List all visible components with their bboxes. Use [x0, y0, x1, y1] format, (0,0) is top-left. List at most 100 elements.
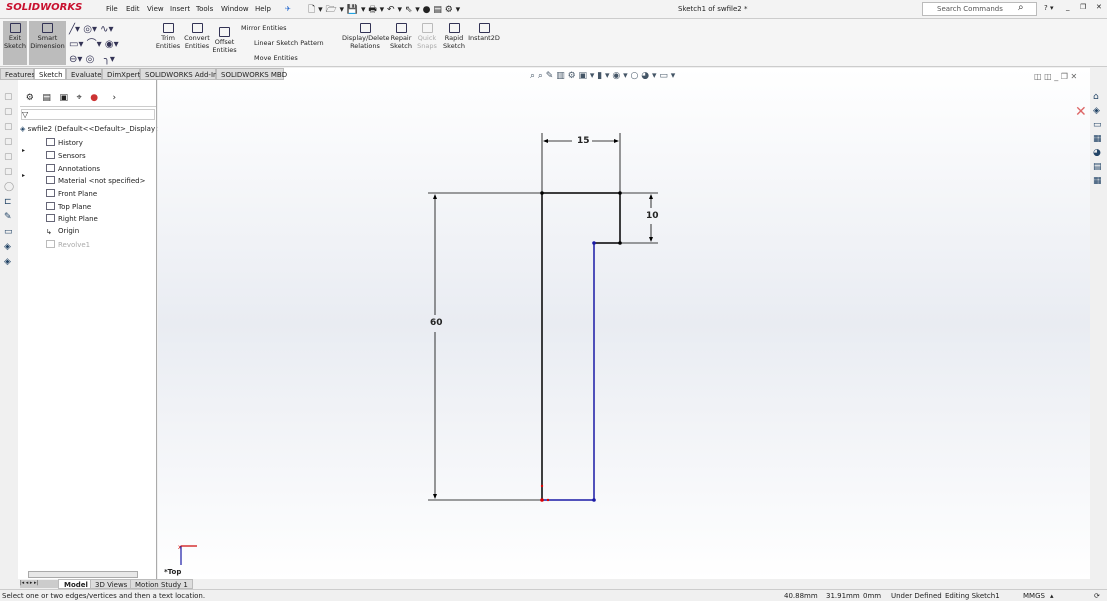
display-manager-tab-icon[interactable]: ●: [90, 93, 98, 103]
smart-dimension-button[interactable]: Smart Dimension: [29, 21, 66, 65]
tree-item-sensors[interactable]: Sensors: [46, 151, 86, 160]
coord-z: 0mm: [863, 592, 882, 600]
cancel-sketch-icon[interactable]: ✕: [1075, 104, 1087, 120]
view-orientation-icons[interactable]: ▢ ▢ ▢ ▢ ▢ ▢ ◯ ⊏ ✎ ▭ ◈ ◈: [4, 90, 18, 270]
task-pane-tabs[interactable]: ⌂ ◈ ▭ ▦ ◕ ▤ ▦: [1090, 90, 1107, 190]
material-icon: [46, 176, 55, 184]
display-delete-relations-button[interactable]: Display/Delete Relations: [342, 21, 390, 50]
tab-mbd[interactable]: SOLIDWORKS MBD: [216, 68, 287, 80]
viewport-window-controls[interactable]: ◫ ◫ _ ❐ ✕: [1034, 72, 1077, 81]
convert-icon: [191, 23, 203, 33]
tree-root[interactable]: ◈ swfile2 (Default<<Default>_Display Sta…: [20, 125, 176, 133]
tree-item-right-plane[interactable]: Right Plane: [46, 214, 98, 223]
tab-evaluate[interactable]: Evaluate: [66, 68, 102, 80]
rapid-sketch-button[interactable]: Rapid Sketch: [442, 21, 466, 50]
revolve-icon: [46, 240, 55, 248]
command-manager-tabs: Features Sketch Evaluate DimXpert SOLIDW…: [0, 68, 290, 80]
solidworks-logo: SOLIDWORKS: [6, 2, 83, 13]
chevron-right-icon[interactable]: ›: [112, 93, 116, 103]
trim-icon: [162, 23, 174, 33]
configuration-tab-icon[interactable]: ▣: [60, 93, 69, 103]
sketch-entity-tools[interactable]: ╱▾ ◎▾ ∿▾ ▭▾ ⌒▾ ◉▾ ⊖▾ ◎ ╮▾: [69, 22, 119, 67]
search-icon[interactable]: ⌕: [1018, 2, 1024, 13]
quick-snaps-button[interactable]: Quick Snaps: [416, 21, 438, 50]
editing-status: Editing Sketch1: [945, 592, 1000, 600]
repair-sketch-button[interactable]: Repair Sketch: [389, 21, 413, 50]
tree-item-material[interactable]: Material <not specified>: [46, 176, 145, 185]
menu-view[interactable]: View: [147, 5, 164, 13]
menu-insert[interactable]: Insert: [170, 5, 190, 13]
tree-horizontal-scrollbar[interactable]: [28, 571, 138, 578]
plane-icon: [46, 202, 55, 210]
property-manager-tab-icon[interactable]: ▤: [42, 93, 51, 103]
mirror-entities-button[interactable]: Mirror Entities: [241, 24, 287, 32]
exit-sketch-button[interactable]: Exit Sketch: [3, 21, 27, 65]
dimension-60[interactable]: 60: [430, 318, 443, 328]
tab-sketch[interactable]: Sketch: [34, 68, 66, 80]
menu-tools[interactable]: Tools: [196, 5, 213, 13]
offset-icon: [219, 27, 230, 37]
trim-entities-button[interactable]: Trim Entities: [155, 21, 181, 50]
heads-up-view-toolbar[interactable]: ⌕ ⌕ ✎ ▥ ⚙ ▣ ▾ ▮ ▾ ◉ ▾ ○ ◕ ▾ ▭ ▾: [530, 71, 675, 81]
units-chevron-icon[interactable]: ▴: [1050, 592, 1054, 600]
exit-sketch-icon: [9, 23, 21, 33]
offset-entities-button[interactable]: Offset Entities: [212, 25, 237, 54]
origin-icon: ↳: [46, 228, 52, 236]
graphics-area[interactable]: ⌕ ⌕ ✎ ▥ ⚙ ▣ ▾ ▮ ▾ ◉ ▾ ○ ◕ ▾ ▭ ▾ ◫ ◫ _ ❐ …: [158, 68, 1090, 580]
task-pane-icons[interactable]: ⌂ ◈ ▭ ▦ ◕ ▤ ▦: [1090, 90, 1107, 188]
tree-item-revolve1[interactable]: Revolve1: [46, 240, 90, 249]
move-entities-button[interactable]: Move Entities: [254, 54, 298, 62]
menu-window[interactable]: Window: [221, 5, 249, 13]
minimize-button[interactable]: _: [1066, 3, 1070, 11]
dimxpert-tab-icon[interactable]: ⌖: [77, 93, 82, 103]
tree-filter[interactable]: ▽: [21, 109, 155, 120]
close-button[interactable]: ✕: [1096, 3, 1102, 11]
document-title: Sketch1 of swfile2 *: [678, 5, 748, 13]
sketch-state: Under Defined: [891, 592, 942, 600]
help-icon[interactable]: ? ▾: [1044, 4, 1053, 12]
coord-x: 40.88mm: [784, 592, 818, 600]
tree-item-front-plane[interactable]: Front Plane: [46, 189, 97, 198]
tab-3d-views[interactable]: 3D Views: [90, 579, 133, 589]
status-bar: Select one or two edges/vertices and the…: [0, 589, 1107, 601]
tree-item-origin[interactable]: ↳ Origin: [46, 227, 79, 236]
tab-addins[interactable]: SOLIDWORKS Add-Ins: [140, 68, 221, 80]
expand-arrows[interactable]: ▸ ▸: [22, 138, 25, 188]
tree-item-annotations[interactable]: Annotations: [46, 164, 100, 173]
quick-access-toolbar[interactable]: 🗋 ▾ 🗁 ▾ 💾 ▾ 🖶 ▾ ↶ ▾ ⇖ ▾ ● ▤ ⚙ ▾: [308, 2, 460, 18]
menu-help[interactable]: Help: [255, 5, 271, 13]
relations-icon: [359, 23, 371, 33]
tree-item-history[interactable]: History: [46, 138, 83, 147]
tab-features[interactable]: Features: [0, 68, 35, 80]
dimension-10[interactable]: 10: [646, 211, 659, 221]
rebuild-icon[interactable]: ⟳: [1094, 592, 1100, 600]
left-view-toolbar[interactable]: ▢ ▢ ▢ ▢ ▢ ▢ ◯ ⊏ ✎ ▭ ◈ ◈: [0, 80, 18, 580]
tab-navigation-arrows[interactable]: |◂ ◂ ▸ ▸|: [20, 580, 58, 588]
instant2d-button[interactable]: Instant2D: [468, 21, 500, 42]
convert-entities-button[interactable]: Convert Entities: [183, 21, 211, 50]
status-message: Select one or two edges/vertices and the…: [2, 592, 206, 600]
pin-icon[interactable]: ✈: [285, 5, 291, 13]
smart-dimension-icon: [42, 23, 53, 33]
menu-file[interactable]: File: [106, 5, 118, 13]
tab-dimxpert[interactable]: DimXpert: [102, 68, 140, 80]
panel-tabs[interactable]: ⚙ ▤ ▣ ⌖ ● ›: [20, 93, 156, 107]
rapid-sketch-icon: [448, 23, 460, 33]
dimension-15[interactable]: 15: [577, 136, 590, 146]
linear-sketch-pattern-button[interactable]: Linear Sketch Pattern: [254, 39, 324, 47]
feature-manager-tree: ⚙ ▤ ▣ ⌖ ● › ▽ ◈ swfile2 (Default<<Defaul…: [18, 80, 176, 580]
annotations-icon: [46, 164, 55, 172]
restore-button[interactable]: ❐: [1080, 3, 1086, 11]
feature-manager-tab-icon[interactable]: ⚙: [26, 93, 34, 103]
tree-item-top-plane[interactable]: Top Plane: [46, 202, 91, 211]
plane-icon: [46, 189, 55, 197]
repair-icon: [395, 23, 407, 33]
filter-icon: ▽: [22, 110, 29, 119]
view-orientation-label: *Top: [164, 568, 182, 576]
menu-edit[interactable]: Edit: [126, 5, 140, 13]
quick-snaps-icon: [421, 23, 433, 33]
command-manager: Exit Sketch Smart Dimension ╱▾ ◎▾ ∿▾ ▭▾ ⌒…: [0, 19, 1107, 67]
tab-model[interactable]: Model: [58, 579, 94, 589]
unit-system-button[interactable]: MMGS: [1023, 592, 1045, 600]
tab-motion-study-1[interactable]: Motion Study 1: [130, 579, 193, 589]
